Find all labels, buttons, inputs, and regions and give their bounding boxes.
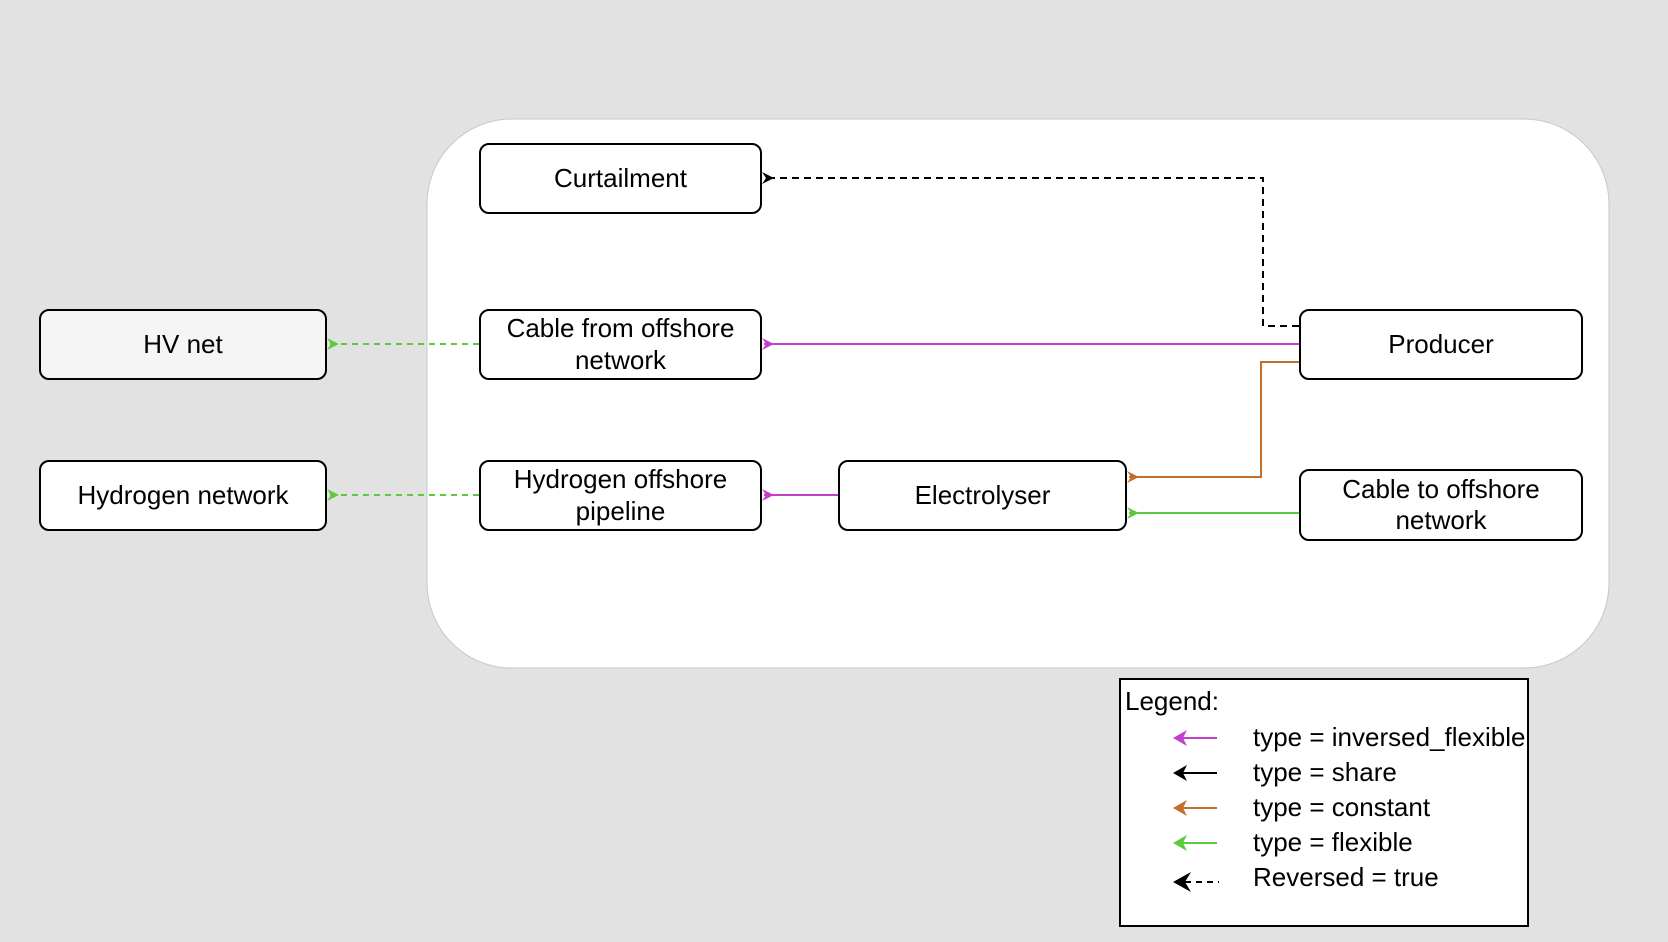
node-hv-net[interactable]: HV net xyxy=(39,309,327,380)
node-label: Hydrogen offshore pipeline xyxy=(513,464,728,526)
node-label: Hydrogen network xyxy=(77,479,289,510)
legend-item-constant: type = constant xyxy=(1121,792,1527,826)
node-cable-from-offshore-network[interactable]: Cable from offshore network xyxy=(479,309,762,380)
legend-item-reversed: Reversed = true xyxy=(1121,862,1527,896)
node-label: Cable to offshore network xyxy=(1342,473,1540,535)
node-electrolyser[interactable]: Electrolyser xyxy=(838,460,1127,531)
legend-label: type = flexible xyxy=(1253,827,1413,857)
legend-title: Legend: xyxy=(1125,686,1219,716)
black-arrow-icon xyxy=(1173,765,1217,781)
dashed-arrow-icon xyxy=(1173,872,1219,892)
node-hydrogen-offshore-pipeline[interactable]: Hydrogen offshore pipeline xyxy=(479,460,762,531)
magenta-arrow-icon xyxy=(1173,730,1217,746)
node-label: Curtailment xyxy=(554,162,687,193)
node-label: Electrolyser xyxy=(914,479,1051,510)
node-curtailment[interactable]: Curtailment xyxy=(479,143,762,214)
orange-arrow-icon xyxy=(1173,800,1217,816)
legend-item-flexible: type = flexible xyxy=(1121,827,1527,861)
node-cable-to-offshore-network[interactable]: Cable to offshore network xyxy=(1299,469,1583,541)
legend-item-share: type = share xyxy=(1121,757,1527,791)
node-label: Cable from offshore network xyxy=(506,313,735,375)
node-hydrogen-network[interactable]: Hydrogen network xyxy=(39,460,327,531)
legend-label: type = share xyxy=(1253,757,1397,787)
legend-label: type = inversed_flexible xyxy=(1253,722,1526,752)
legend-item-inversed-flexible: type = inversed_flexible xyxy=(1121,722,1527,756)
green-arrow-icon xyxy=(1173,835,1217,851)
node-label: Producer xyxy=(1388,328,1494,359)
legend-label: type = constant xyxy=(1253,792,1431,822)
legend-label: Reversed = true xyxy=(1253,862,1439,892)
legend: Legend: type = inversed_flexible type = … xyxy=(1119,678,1529,927)
node-producer[interactable]: Producer xyxy=(1299,309,1583,380)
node-label: HV net xyxy=(143,328,223,359)
